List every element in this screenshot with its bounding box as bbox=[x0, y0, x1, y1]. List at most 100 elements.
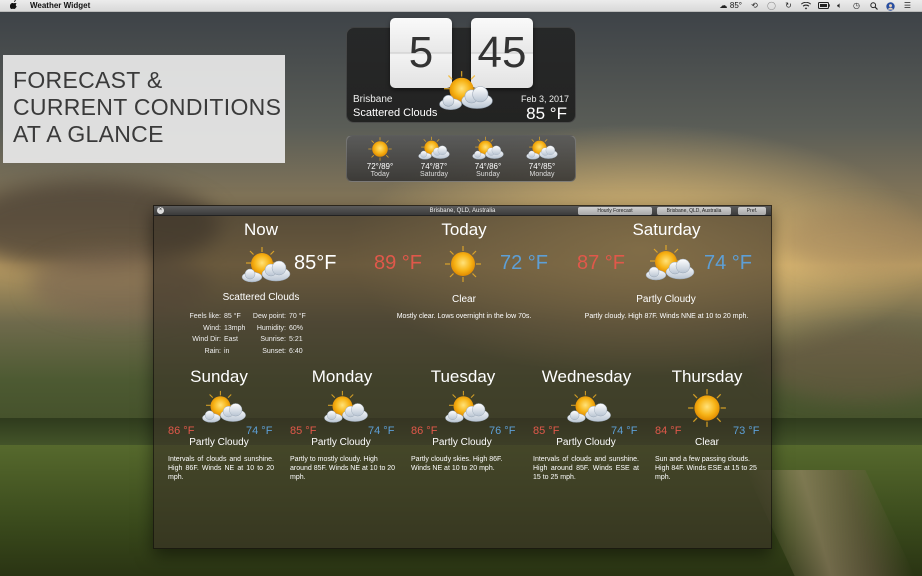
today-condition: Clear bbox=[452, 294, 476, 305]
today-description: Mostly clear. Lows overnight in the low … bbox=[396, 313, 532, 320]
day-high-temp: 84 °F bbox=[655, 425, 682, 437]
preferences-button[interactable]: Pref. bbox=[738, 207, 766, 215]
volume-icon[interactable]: 🔈︎ bbox=[835, 1, 844, 10]
clock-temperature: 85 °F bbox=[526, 104, 567, 123]
mini-forecast-day: 74°/87° Saturday bbox=[409, 136, 459, 181]
day-heading: Tuesday bbox=[430, 367, 496, 386]
day-condition: Partly Cloudy bbox=[311, 437, 371, 448]
detail-value: 70 °F bbox=[289, 313, 306, 320]
today-heading: Today bbox=[441, 220, 487, 239]
mini-forecast-day-name: Sunday bbox=[476, 171, 500, 178]
day-low-temp: 76 °F bbox=[489, 425, 516, 437]
partly-cloudy-icon bbox=[416, 136, 452, 162]
close-icon: × bbox=[158, 207, 163, 213]
detail-label: Dew point: bbox=[252, 313, 286, 320]
promo-banner: FORECAST & CURRENT CONDITIONS AT A GLANC… bbox=[3, 55, 285, 163]
now-temperature: 85°F bbox=[294, 252, 337, 274]
day-description: Partly to mostly cloudy. High around 85F… bbox=[290, 456, 396, 481]
clock-widget[interactable]: 5 45 Brisbane Scattered Clouds Feb 3, 20… bbox=[346, 18, 576, 123]
detail-row: Feels like: 85 °F bbox=[166, 311, 245, 323]
background-cloud bbox=[780, 210, 922, 270]
day-description: Intervals of clouds and sunshine. High a… bbox=[533, 456, 639, 481]
day-high-temp: 85 °F bbox=[533, 425, 560, 437]
detail-label: Sunset: bbox=[262, 347, 286, 355]
sync-icon[interactable]: ↻ bbox=[784, 1, 793, 10]
saturday-description: Partly cloudy. High 87F. Winds NNE at 10… bbox=[584, 313, 749, 320]
background-cloud bbox=[760, 330, 922, 400]
partly-cloudy-icon bbox=[435, 70, 497, 114]
partly-cloudy-icon bbox=[439, 390, 495, 426]
app-menu-name[interactable]: Weather Widget bbox=[30, 1, 90, 10]
partly-cloudy-icon bbox=[470, 136, 506, 162]
detail-row: Dew point: 70 °F bbox=[236, 311, 306, 323]
wifi-icon[interactable] bbox=[801, 1, 811, 10]
detail-label: Humidity: bbox=[256, 324, 286, 332]
day-condition: Partly Cloudy bbox=[189, 437, 249, 448]
mini-forecast-day-name: Monday bbox=[529, 171, 555, 178]
panel-title-bar[interactable]: Brisbane, QLD, Australia × Hourly Foreca… bbox=[154, 206, 771, 216]
day-condition: Clear bbox=[695, 437, 719, 448]
saturday-high-temp: 87 °F bbox=[577, 252, 626, 274]
saturday-condition: Partly Cloudy bbox=[636, 294, 696, 305]
day-heading: Thursday bbox=[671, 367, 743, 386]
mini-forecast-day-name: Today bbox=[370, 171, 390, 178]
status-circle-icon[interactable]: ◯ bbox=[767, 1, 776, 10]
detail-row: Wind: 13mph bbox=[166, 323, 245, 335]
now-details-right: Dew point: 70 °F Humidity: 60% Sunrise: 5:2… bbox=[236, 311, 306, 357]
mini-forecast-day: 72°/89° Today bbox=[355, 136, 405, 181]
user-avatar-icon[interactable] bbox=[886, 1, 895, 11]
menu-bar: Weather Widget ☁ 85° ⟲ ◯ ↻ 🔈︎ ◷ ☰ bbox=[0, 0, 922, 12]
detail-row: Sunset: 6:40 bbox=[236, 346, 306, 358]
detail-label: Sunrise: bbox=[260, 336, 286, 343]
clock-icon[interactable]: ◷ bbox=[852, 1, 861, 10]
day-high-temp: 86 °F bbox=[411, 425, 438, 437]
close-button[interactable]: × bbox=[157, 207, 164, 214]
promo-line: AT A GLANCE bbox=[13, 121, 164, 147]
now-details-left: Feels like: 85 °F Wind: 13mph Wind Dir: Eas… bbox=[166, 311, 245, 357]
clock-condition: Scattered Clouds bbox=[353, 107, 438, 119]
day-high-temp: 86 °F bbox=[168, 425, 195, 437]
time-machine-icon[interactable]: ⟲ bbox=[750, 1, 759, 10]
detail-row: Sunrise: 5:21 bbox=[236, 334, 306, 346]
day-low-temp: 74 °F bbox=[368, 425, 395, 437]
detail-label: Wind Dir: bbox=[192, 336, 221, 343]
promo-line: FORECAST & bbox=[13, 67, 163, 93]
partly-cloudy-icon bbox=[238, 246, 294, 286]
day-low-temp: 74 °F bbox=[611, 425, 638, 437]
now-heading: Now bbox=[243, 220, 278, 239]
detail-value: 60% bbox=[289, 324, 304, 332]
promo-line: CURRENT CONDITIONS bbox=[13, 94, 282, 120]
saturday-heading: Saturday bbox=[632, 220, 701, 239]
detail-row: Wind Dir: East bbox=[166, 334, 245, 346]
mini-forecast-day: 74°/85° Monday bbox=[517, 136, 567, 181]
mini-forecast-widget[interactable]: 72°/89° Today 74°/87° Saturday 74°/86° S… bbox=[346, 135, 576, 182]
sun-icon bbox=[367, 136, 393, 162]
day-description: Partly cloudy skies. High 86F. Winds NE … bbox=[411, 456, 503, 472]
sun-icon bbox=[686, 387, 728, 429]
detail-value: 5:21 bbox=[289, 336, 303, 343]
detail-label: Wind: bbox=[203, 324, 221, 332]
partly-cloudy-icon bbox=[524, 136, 560, 162]
day-high-temp: 85 °F bbox=[290, 425, 317, 437]
spotlight-search-icon[interactable] bbox=[869, 1, 878, 10]
day-heading: Monday bbox=[311, 367, 373, 386]
menu-bar-extras: ☁ 85° ⟲ ◯ ↻ 🔈︎ ◷ ☰ bbox=[719, 1, 912, 11]
day-description: Sun and a few passing clouds. High 84F. … bbox=[655, 456, 757, 481]
partly-cloudy-icon bbox=[642, 244, 698, 284]
menubar-weather-temp: 85° bbox=[729, 1, 742, 10]
mini-forecast-day-name: Saturday bbox=[419, 171, 449, 178]
day-description: Intervals of clouds and sunshine. High 8… bbox=[168, 456, 274, 481]
day-heading: Sunday bbox=[190, 367, 248, 386]
day-condition: Partly Cloudy bbox=[432, 437, 492, 448]
location-button[interactable]: Brisbane, QLD, Australia bbox=[657, 207, 731, 215]
clock-city: Brisbane bbox=[353, 94, 393, 105]
apple-menu-icon[interactable] bbox=[9, 0, 20, 11]
battery-icon[interactable] bbox=[818, 1, 830, 10]
partly-cloudy-icon bbox=[561, 390, 617, 426]
saturday-low-temp: 74 °F bbox=[704, 252, 753, 274]
mini-forecast-temps: 74°/85° bbox=[528, 162, 556, 171]
mini-forecast-temps: 72°/89° bbox=[366, 162, 394, 171]
menubar-weather[interactable]: ☁ 85° bbox=[719, 1, 742, 10]
hourly-forecast-button[interactable]: Hourly Forecast bbox=[578, 207, 652, 215]
notification-center-icon[interactable]: ☰ bbox=[903, 1, 912, 10]
